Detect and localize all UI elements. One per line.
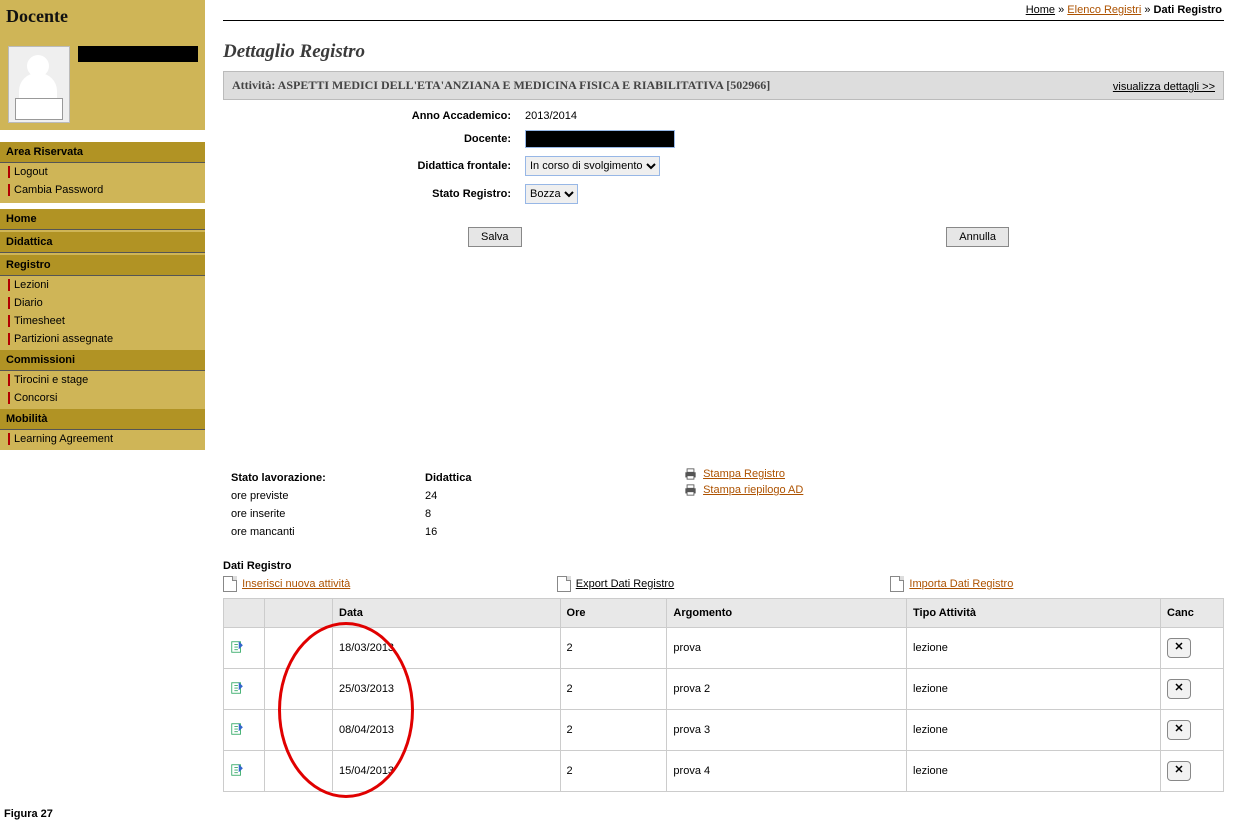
col-canc: Canc [1161, 599, 1224, 628]
cell-tipo: lezione [907, 710, 1161, 751]
cell-argomento: prova 3 [667, 710, 907, 751]
cell-tipo: lezione [907, 751, 1161, 792]
breadcrumb-home[interactable]: Home [1026, 4, 1055, 16]
page-icon [223, 576, 237, 592]
breadcrumb-elenco[interactable]: Elenco Registri [1067, 4, 1141, 16]
cell-argomento: prova 2 [667, 669, 907, 710]
nav-home[interactable]: Home [0, 209, 205, 230]
page-icon [890, 576, 904, 592]
cell-ore: 2 [560, 710, 667, 751]
main-content: Home » Elenco Registri » Dati Registro D… [215, 0, 1232, 802]
nav-registro[interactable]: Registro [0, 255, 205, 276]
activity-bar: Attività: ASPETTI MEDICI DELL'ETA'ANZIAN… [223, 71, 1224, 100]
nav-concorsi[interactable]: Concorsi [0, 389, 205, 407]
cell-data: 25/03/2013 [333, 669, 561, 710]
nav-didattica[interactable]: Didattica [0, 232, 205, 253]
col-data: Data [333, 599, 561, 628]
cell-argomento: prova 4 [667, 751, 907, 792]
cell-tipo: lezione [907, 628, 1161, 669]
ore-inserite-value: 8 [419, 506, 477, 522]
area-riservata-section: Area Riservata Logout Cambia Password [0, 142, 205, 203]
edit-icon[interactable] [230, 727, 244, 739]
nav-timesheet[interactable]: Timesheet [0, 312, 205, 330]
area-riservata-label: Area Riservata [0, 142, 205, 163]
printer-icon [683, 484, 698, 496]
cell-tipo: lezione [907, 669, 1161, 710]
sidebar: Docente Area Riservata Logout Cambia Pas… [0, 0, 205, 450]
form-table: Anno Accademico: 2013/2014 Docente: Dida… [223, 105, 683, 209]
cell-ore: 2 [560, 751, 667, 792]
table-row: 15/04/20132prova 4lezione ✕ [224, 751, 1224, 792]
edit-icon[interactable] [230, 686, 244, 698]
cell-data: 18/03/2013 [333, 628, 561, 669]
anno-label: Anno Accademico: [225, 107, 517, 125]
docente-name-redacted [78, 46, 198, 62]
didattica-head: Didattica [419, 470, 477, 486]
visualizza-dettagli-link[interactable]: visualizza dettagli >> [1113, 81, 1215, 93]
page-title: Dettaglio Registro [223, 41, 1224, 63]
save-button[interactable]: Salva [468, 227, 522, 247]
sidebar-title: Docente [0, 0, 205, 27]
inserisci-attivita-link[interactable]: Inserisci nuova attività [242, 578, 350, 590]
delete-button[interactable]: ✕ [1167, 679, 1191, 699]
col-tipo: Tipo Attività [907, 599, 1161, 628]
cancel-button[interactable]: Annulla [946, 227, 1009, 247]
ore-inserite-label: ore inserite [225, 506, 417, 522]
stato-select[interactable]: Bozza [525, 184, 578, 204]
col-ore: Ore [560, 599, 667, 628]
docente-label: Docente: [225, 127, 517, 151]
ore-previste-value: 24 [419, 488, 477, 504]
nav-mobilita[interactable]: Mobilità [0, 409, 205, 430]
avatar [8, 46, 70, 123]
ore-mancanti-value: 16 [419, 524, 477, 540]
nav-learning-agreement[interactable]: Learning Agreement [0, 430, 205, 448]
cell-ore: 2 [560, 669, 667, 710]
breadcrumb: Home » Elenco Registri » Dati Registro [223, 0, 1224, 21]
ore-previste-label: ore previste [225, 488, 417, 504]
stato-label: Stato Registro: [225, 181, 517, 207]
activity-label: Attività: ASPETTI MEDICI DELL'ETA'ANZIAN… [232, 78, 871, 93]
printer-icon [683, 468, 698, 480]
edit-icon[interactable] [230, 645, 244, 657]
nav-tirocini[interactable]: Tirocini e stage [0, 371, 205, 389]
ore-mancanti-label: ore mancanti [225, 524, 417, 540]
stato-lavorazione-label: Stato lavorazione: [225, 470, 417, 486]
nav-diario[interactable]: Diario [0, 294, 205, 312]
nav-commissioni[interactable]: Commissioni [0, 350, 205, 371]
table-row: 18/03/20132provalezione ✕ [224, 628, 1224, 669]
anno-value: 2013/2014 [519, 107, 681, 125]
didattica-select[interactable]: In corso di svolgimento [525, 156, 660, 176]
cell-data: 15/04/2013 [333, 751, 561, 792]
logout-link[interactable]: Logout [0, 163, 205, 181]
dati-registro-table: Data Ore Argomento Tipo Attività Canc 18… [223, 598, 1224, 792]
change-password-link[interactable]: Cambia Password [0, 181, 205, 199]
delete-button[interactable]: ✕ [1167, 761, 1191, 781]
cell-ore: 2 [560, 628, 667, 669]
edit-icon[interactable] [230, 768, 244, 780]
table-row: 25/03/20132prova 2lezione ✕ [224, 669, 1224, 710]
dati-registro-title: Dati Registro [223, 560, 1224, 572]
sidebar-header: Docente [0, 0, 205, 130]
breadcrumb-current: Dati Registro [1154, 4, 1222, 16]
figure-caption: Figura 27 [0, 802, 1232, 826]
table-row: 08/04/20132prova 3lezione ✕ [224, 710, 1224, 751]
page-icon [557, 576, 571, 592]
delete-button[interactable]: ✕ [1167, 720, 1191, 740]
nav-partizioni[interactable]: Partizioni assegnate [0, 330, 205, 348]
docente-select[interactable] [525, 130, 675, 148]
stampa-riepilogo-link[interactable]: Stampa riepilogo AD [703, 484, 803, 496]
export-dati-link[interactable]: Export Dati Registro [576, 578, 674, 590]
cell-argomento: prova [667, 628, 907, 669]
delete-button[interactable]: ✕ [1167, 638, 1191, 658]
col-argomento: Argomento [667, 599, 907, 628]
cell-data: 08/04/2013 [333, 710, 561, 751]
stampa-registro-link[interactable]: Stampa Registro [703, 468, 785, 480]
didattica-label: Didattica frontale: [225, 153, 517, 179]
nav-lezioni[interactable]: Lezioni [0, 276, 205, 294]
importa-dati-link[interactable]: Importa Dati Registro [909, 578, 1013, 590]
